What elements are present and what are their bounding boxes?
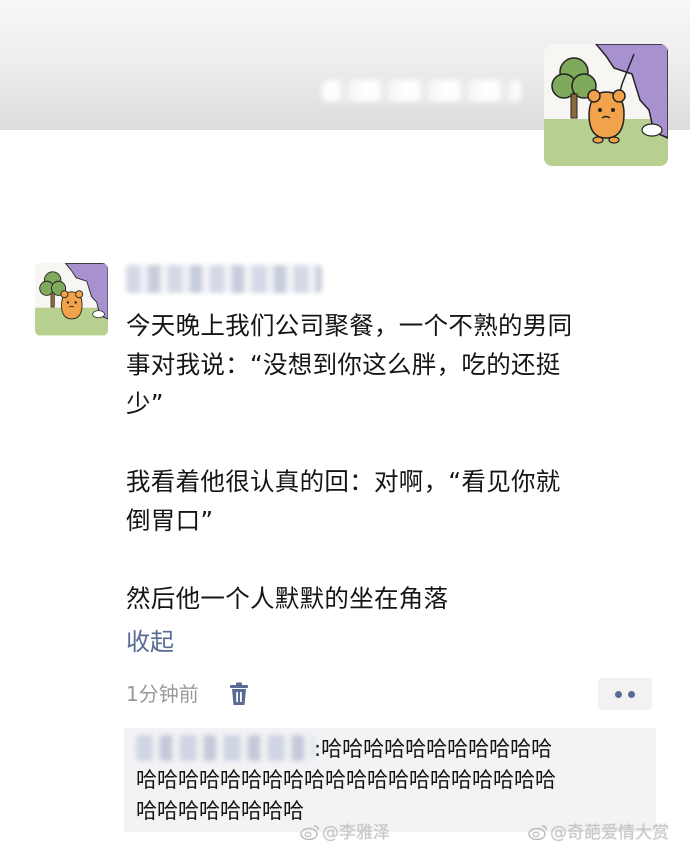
more-dots-icon [615, 691, 622, 698]
bear-avatar-image-small [35, 263, 108, 336]
commenter-name-blurred[interactable] [136, 735, 314, 761]
post-line: 少” [126, 389, 164, 418]
post-line: 倒胃口” [126, 506, 214, 535]
post-line: 事对我说：“没想到你这么胖，吃的还挺 [126, 350, 561, 379]
post-line: 我看着他很认真的回：对啊，“看见你就 [126, 467, 561, 496]
comment-text-line: :哈哈哈哈哈哈哈哈哈哈哈 [314, 737, 553, 761]
watermark-right-text: @奇葩爱情大赏 [550, 823, 669, 843]
post-line: 今天晚上我们公司聚餐，一个不熟的男同 [126, 311, 573, 340]
comment-text-line: 哈哈哈哈哈哈哈哈 [136, 799, 304, 823]
bear-avatar-image [544, 44, 668, 166]
post-body: 今天晚上我们公司聚餐，一个不熟的男同 事对我说：“没想到你这么胖，吃的还挺 少”… [126, 306, 656, 618]
watermark-right: @奇葩爱情大赏 [528, 822, 669, 844]
post-author-avatar[interactable] [35, 263, 108, 336]
weibo-logo-icon [528, 825, 548, 840]
comment-text-line: 哈哈哈哈哈哈哈哈哈哈哈哈哈哈哈哈哈哈哈哈 [136, 768, 556, 792]
post-line: 然后他一个人默默的坐在角落 [126, 584, 449, 613]
more-actions-button[interactable] [598, 678, 652, 710]
trash-icon[interactable] [228, 682, 250, 706]
cover-signature-blurred [322, 80, 522, 102]
collapse-button[interactable]: 收起 [126, 626, 174, 658]
watermark-left: @李雅泽 [300, 822, 390, 844]
post-author-name-blurred[interactable] [126, 265, 322, 293]
more-dots-icon [628, 691, 635, 698]
post-timestamp: 1分钟前 [126, 682, 199, 706]
watermark-left-text: @李雅泽 [322, 823, 390, 843]
profile-avatar[interactable] [544, 44, 668, 166]
weibo-logo-icon [300, 825, 320, 840]
